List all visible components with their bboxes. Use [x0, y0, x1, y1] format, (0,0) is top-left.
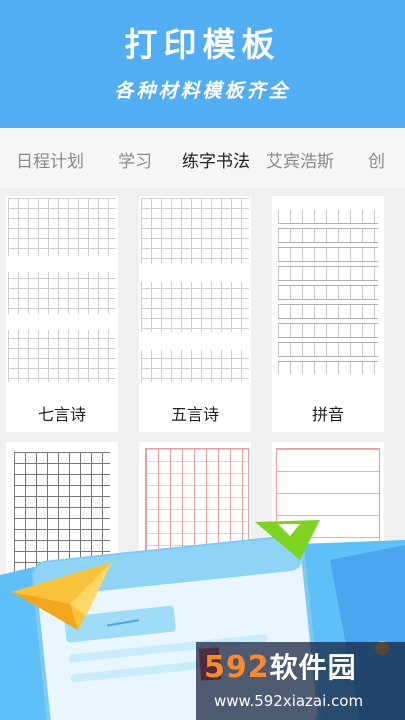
watermark-logo: 592软件园 — [204, 646, 357, 686]
row-gap — [141, 264, 249, 282]
template-label: 拼音 — [311, 405, 344, 424]
template-preview — [141, 198, 249, 382]
template-preview — [8, 198, 116, 382]
row-gap — [8, 256, 116, 272]
template-preview — [278, 210, 378, 374]
tab-schedule[interactable]: 日程计划 — [16, 147, 84, 172]
template-card[interactable]: 五言诗 — [139, 196, 251, 432]
page-title: 打印模板 — [124, 25, 281, 64]
row-gap — [141, 332, 249, 350]
watermark-url: www.592xiazai.com — [214, 692, 364, 710]
page-subtitle: 各种材料模板齐全 — [114, 80, 291, 102]
tab-calligraphy[interactable]: 练字书法 — [182, 147, 250, 172]
tab-ebbinghaus[interactable]: 艾宾浩斯 — [266, 147, 334, 172]
tab-create[interactable]: 创 — [368, 147, 385, 172]
template-card[interactable]: 七言诗 — [6, 196, 118, 432]
watermark-text: 软件园 — [269, 651, 357, 684]
tab-study[interactable]: 学习 — [118, 147, 152, 172]
watermark-digits: 592 — [204, 650, 270, 685]
category-tabs: 日程计划 学习 练字书法 艾宾浩斯 创 — [0, 128, 405, 188]
row-gap — [8, 314, 116, 330]
app-header: 打印模板 各种材料模板齐全 — [0, 0, 405, 128]
template-card[interactable]: 拼音 — [272, 196, 384, 432]
template-label: 七言诗 — [37, 405, 86, 424]
site-watermark: 592软件园 www.592xiazai.com — [196, 642, 405, 720]
template-label: 五言诗 — [170, 405, 219, 424]
